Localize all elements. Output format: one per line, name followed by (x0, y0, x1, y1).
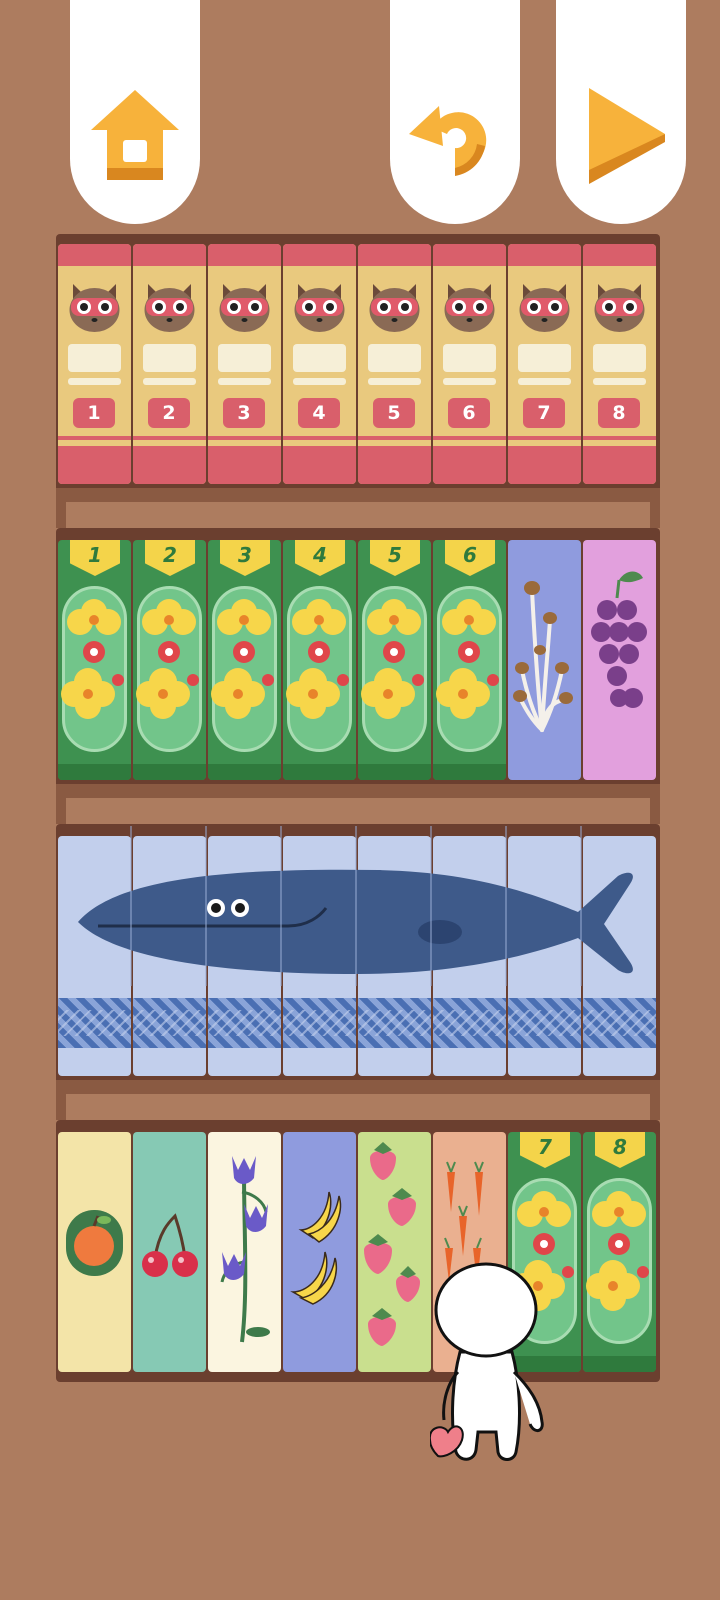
mushroom-icon (513, 581, 573, 732)
cherry-icon (142, 1213, 198, 1277)
flower-book-8[interactable]: 8 (583, 1132, 656, 1372)
book-number: 6 (448, 398, 490, 428)
banana-book[interactable] (283, 1132, 356, 1372)
flower-icon (136, 599, 199, 719)
apple-icon (66, 1210, 123, 1276)
raccoon-book-4[interactable]: 4 (283, 244, 356, 484)
shelf-board (56, 1080, 660, 1094)
home-icon (91, 90, 179, 180)
flower-book-3[interactable]: 3 (208, 540, 281, 780)
book-number: 2 (145, 540, 195, 576)
raccoon-face-icon (144, 284, 195, 332)
book-number: 1 (73, 398, 115, 428)
book-number: 3 (220, 540, 270, 576)
shelf-board (56, 488, 660, 502)
flower-book-4[interactable]: 4 (283, 540, 356, 780)
raccoon-book-5[interactable]: 5 (358, 244, 431, 484)
flower-icon (286, 599, 349, 719)
whale-icon (78, 826, 633, 986)
shelf-post (56, 494, 66, 528)
raccoon-face-icon (294, 284, 345, 332)
grapes-icon (591, 571, 647, 708)
book-number: 8 (595, 1132, 645, 1168)
raccoon-face-icon (594, 284, 645, 332)
raccoon-face-icon (444, 284, 495, 332)
raccoon-book-1[interactable]: 1 (58, 244, 131, 484)
mushroom-book[interactable] (508, 540, 581, 780)
shelf-post (650, 1086, 660, 1120)
shelf-post (650, 494, 660, 528)
raccoon-face-icon (219, 284, 270, 332)
shelf-board (56, 784, 660, 798)
undo-icon (409, 106, 487, 176)
flower-icon (61, 599, 124, 719)
tulip-icon (220, 1156, 270, 1343)
play-icon (589, 88, 665, 184)
flower-book-5[interactable]: 5 (358, 540, 431, 780)
play-button[interactable] (556, 0, 686, 224)
raccoon-book-8[interactable]: 8 (583, 244, 656, 484)
shelf-post (56, 790, 66, 824)
home-button[interactable] (70, 0, 200, 224)
shelf-post (650, 790, 660, 824)
book-number: 8 (598, 398, 640, 428)
raccoon-face-icon (369, 284, 420, 332)
strawberry-icon (364, 1142, 420, 1346)
flower-icon (211, 599, 274, 719)
shelf-row-4: 7 8 (58, 1132, 658, 1372)
strawberry-book[interactable] (358, 1132, 431, 1372)
shelf-row-2: 1 2 3 4 5 6 (58, 540, 658, 780)
book-number: 6 (445, 540, 495, 576)
book-number: 4 (295, 540, 345, 576)
book-number: 7 (520, 1132, 570, 1168)
tulip-book[interactable] (208, 1132, 281, 1372)
raccoon-book-2[interactable]: 2 (133, 244, 206, 484)
flower-book-1[interactable]: 1 (58, 540, 131, 780)
book-number: 1 (70, 540, 120, 576)
apple-book[interactable] (58, 1132, 131, 1372)
flower-icon (361, 599, 424, 719)
raccoon-book-6[interactable]: 6 (433, 244, 506, 484)
flower-book-2[interactable]: 2 (133, 540, 206, 780)
book-number: 3 (223, 398, 265, 428)
flower-icon (586, 1191, 649, 1311)
flower-book-6[interactable]: 6 (433, 540, 506, 780)
shelf-post (56, 1086, 66, 1120)
raccoon-face-icon (519, 284, 570, 332)
undo-button[interactable] (390, 0, 520, 224)
book-number: 5 (370, 540, 420, 576)
book-number: 4 (298, 398, 340, 428)
cherry-book[interactable] (133, 1132, 206, 1372)
grapes-book[interactable] (583, 540, 656, 780)
banana-icon (290, 1191, 342, 1305)
flower-icon (436, 599, 499, 719)
book-number: 5 (373, 398, 415, 428)
shelf-row-1: 1 2 3 4 5 6 7 8 (58, 244, 658, 484)
book-number: 2 (148, 398, 190, 428)
raccoon-book-3[interactable]: 3 (208, 244, 281, 484)
white-character[interactable] (430, 1262, 560, 1492)
book-number: 7 (523, 398, 565, 428)
raccoon-face-icon (69, 284, 120, 332)
raccoon-book-7[interactable]: 7 (508, 244, 581, 484)
